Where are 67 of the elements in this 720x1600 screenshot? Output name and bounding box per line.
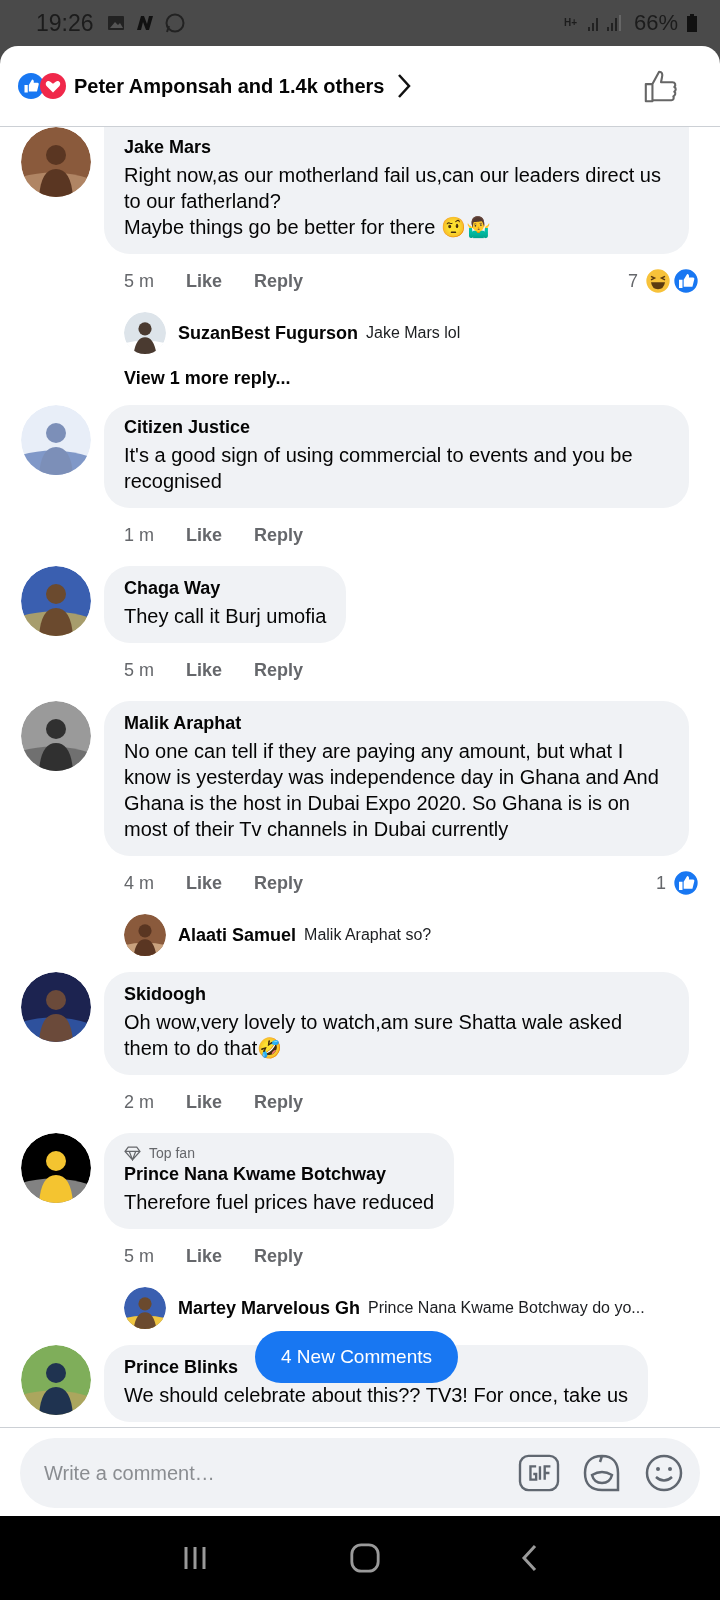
comment-text: We should celebrate about this?? TV3! For once, take us bbox=[124, 1383, 628, 1408]
commenter-name[interactable]: Malik Araphat bbox=[124, 713, 669, 734]
like-reaction-icon bbox=[672, 267, 700, 295]
reply-link[interactable]: Reply bbox=[254, 1091, 304, 1113]
reply-author[interactable]: SuzanBest Fugurson bbox=[178, 322, 358, 344]
reaction-count[interactable]: 1 bbox=[656, 872, 666, 894]
avatar[interactable] bbox=[21, 972, 91, 1042]
sticker-icon[interactable] bbox=[582, 1453, 622, 1493]
comment-time: 1 m bbox=[124, 524, 154, 546]
like-link[interactable]: Like bbox=[186, 524, 223, 546]
reaction-count[interactable]: 7 bbox=[628, 270, 638, 292]
reply-author[interactable]: Martey Marvelous Gh bbox=[178, 1297, 361, 1319]
commenter-name[interactable]: Prince Nana Kwame Botchway bbox=[124, 1164, 435, 1185]
top-fan-label: Top fan bbox=[149, 1145, 195, 1161]
view-more-replies-link[interactable]: View 1 more reply... bbox=[124, 368, 291, 389]
avatar[interactable] bbox=[21, 127, 91, 197]
avatar[interactable] bbox=[124, 1287, 166, 1329]
reactors-link[interactable]: Peter Amponsah and 1.4k others bbox=[74, 74, 385, 98]
haha-reaction-icon bbox=[644, 267, 672, 295]
chevron-right-icon[interactable] bbox=[396, 72, 413, 100]
like-reaction-icon bbox=[672, 869, 700, 897]
comment-text: Oh wow,very lovely to watch,am sure Shatta wale asked them to do that🤣 bbox=[124, 1010, 623, 1061]
avatar[interactable] bbox=[124, 312, 166, 354]
battery-icon bbox=[686, 13, 698, 33]
like-link[interactable]: Like bbox=[186, 872, 223, 894]
reply-link[interactable]: Reply bbox=[254, 872, 304, 894]
like-link[interactable]: Like bbox=[186, 1091, 223, 1113]
commenter-name[interactable]: Skidoogh bbox=[124, 984, 669, 1005]
reply-preview-text: Prince Nana Kwame Botchway do yo... bbox=[368, 1299, 645, 1317]
reply-preview-text: Jake Mars lol bbox=[366, 324, 461, 342]
comment-time: 2 m bbox=[124, 1091, 154, 1113]
comment-text: Right now,as our motherland fail us,can our leaders direct us to our fatherland? Maybe things go be better for there 🤨🤷‍♂ bbox=[124, 163, 662, 240]
avatar[interactable] bbox=[21, 701, 91, 771]
comment-text: They call it Burj umofia bbox=[124, 604, 327, 629]
home-icon[interactable] bbox=[349, 1542, 381, 1574]
reply-link[interactable]: Reply bbox=[254, 659, 304, 681]
avatar[interactable] bbox=[21, 566, 91, 636]
gif-icon[interactable] bbox=[518, 1454, 560, 1492]
comment-time: 5 m bbox=[124, 659, 154, 681]
commenter-name[interactable]: Jake Mars bbox=[124, 137, 669, 158]
comment-time: 4 m bbox=[124, 872, 154, 894]
comment-text: No one can tell if they are paying any amount, but what I know is yesterday was independence day in Ghana and And Ghana is the host in Dubai Expo 2020. So Ghana is is on most of their Tv channels in Dubai currently bbox=[124, 739, 660, 842]
avatar[interactable] bbox=[21, 1133, 91, 1203]
commenter-name[interactable]: Chaga Way bbox=[124, 578, 327, 599]
chat-icon bbox=[163, 12, 186, 34]
comment-time: 5 m bbox=[124, 1245, 154, 1267]
comment-time: 5 m bbox=[124, 270, 154, 292]
diamond-icon bbox=[124, 1145, 141, 1161]
reply-preview-text: Malik Araphat so? bbox=[304, 926, 432, 944]
like-link[interactable]: Like bbox=[186, 1245, 223, 1267]
comment-input[interactable]: Write a comment… bbox=[42, 1460, 496, 1486]
emoji-icon[interactable] bbox=[644, 1453, 684, 1493]
reply-link[interactable]: Reply bbox=[254, 1245, 304, 1267]
comment-text: Therefore fuel prices have reduced bbox=[124, 1190, 435, 1215]
image-icon bbox=[105, 13, 126, 33]
comment-text: It's a good sign of using commercial to events and you be recognised bbox=[124, 443, 634, 494]
like-link[interactable]: Like bbox=[186, 270, 223, 292]
like-link[interactable]: Like bbox=[186, 659, 223, 681]
avatar[interactable] bbox=[21, 1345, 91, 1415]
reply-author[interactable]: Alaati Samuel bbox=[178, 924, 297, 946]
commenter-name[interactable]: Citizen Justice bbox=[124, 417, 669, 438]
reply-link[interactable]: Reply bbox=[254, 270, 304, 292]
like-reaction-icon bbox=[18, 73, 44, 99]
new-comments-button[interactable]: 4 New Comments bbox=[255, 1331, 458, 1383]
avatar[interactable] bbox=[124, 914, 166, 956]
reply-link[interactable]: Reply bbox=[254, 524, 304, 546]
love-reaction-icon bbox=[40, 73, 66, 99]
